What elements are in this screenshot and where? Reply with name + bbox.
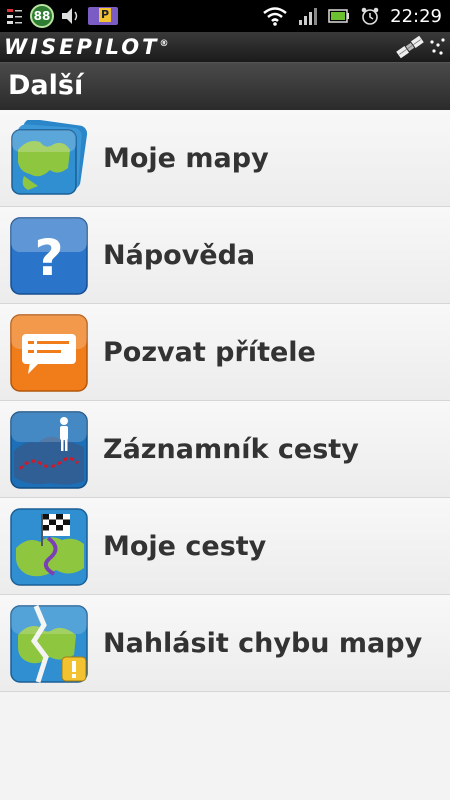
- help-icon: ?: [10, 217, 88, 295]
- menu-item-moje-mapy[interactable]: Moje mapy: [0, 110, 450, 207]
- maps-stack-icon: [11, 120, 88, 195]
- status-time: 22:29: [390, 5, 442, 27]
- menu-item-label: Nápověda: [103, 240, 256, 271]
- notification-count: 88: [33, 9, 51, 23]
- menu-item-nahlasit-chybu-mapy[interactable]: Nahlásit chybu mapy: [0, 595, 450, 692]
- app-bar: WISEPILOT®: [0, 32, 450, 62]
- brand-name: WISEPILOT: [4, 35, 160, 59]
- menu-item-label: Moje cesty: [103, 531, 267, 562]
- brand-logo: WISEPILOT®: [4, 35, 168, 59]
- battery-icon: [328, 9, 350, 23]
- title-bar: Další: [0, 62, 450, 111]
- svg-text:?: ?: [34, 229, 63, 287]
- report-map-error-icon: [10, 605, 88, 683]
- status-bar-left: 88 P: [6, 3, 118, 29]
- status-bar-right: 22:29: [262, 3, 442, 29]
- signal-icon: [299, 8, 318, 25]
- menu-item-moje-cesty[interactable]: Moje cesty: [0, 498, 450, 595]
- message-icon: [10, 314, 88, 392]
- my-routes-icon: [10, 508, 88, 586]
- menu-item-label: Moje mapy: [103, 143, 269, 174]
- satellite-icon[interactable]: [392, 34, 448, 60]
- status-bar: 88 P 22:29: [0, 0, 450, 32]
- brand-registered: ®: [159, 39, 169, 49]
- parking-badge-label: P: [99, 8, 111, 22]
- alarm-icon: [361, 7, 379, 25]
- menu-item-label: Pozvat přítele: [103, 337, 316, 368]
- menu-item-label: Nahlásit chybu mapy: [103, 628, 423, 659]
- trip-recorder-icon: [10, 411, 88, 489]
- notification-list-icon: [7, 9, 22, 24]
- wifi-icon: [263, 7, 287, 26]
- parking-icon: P: [88, 7, 118, 25]
- page-title: Další: [8, 70, 84, 101]
- count-badge-icon: 88: [30, 4, 54, 28]
- menu-item-pozvat-pritele[interactable]: Pozvat přítele: [0, 304, 450, 401]
- menu-list: Moje mapy ? Nápověda Pozvat přítele Zázn…: [0, 110, 450, 692]
- menu-item-napoveda[interactable]: ? Nápověda: [0, 207, 450, 304]
- menu-item-zaznamnik-cesty[interactable]: Záznamník cesty: [0, 401, 450, 498]
- volume-icon: [62, 8, 78, 24]
- menu-item-label: Záznamník cesty: [103, 434, 359, 465]
